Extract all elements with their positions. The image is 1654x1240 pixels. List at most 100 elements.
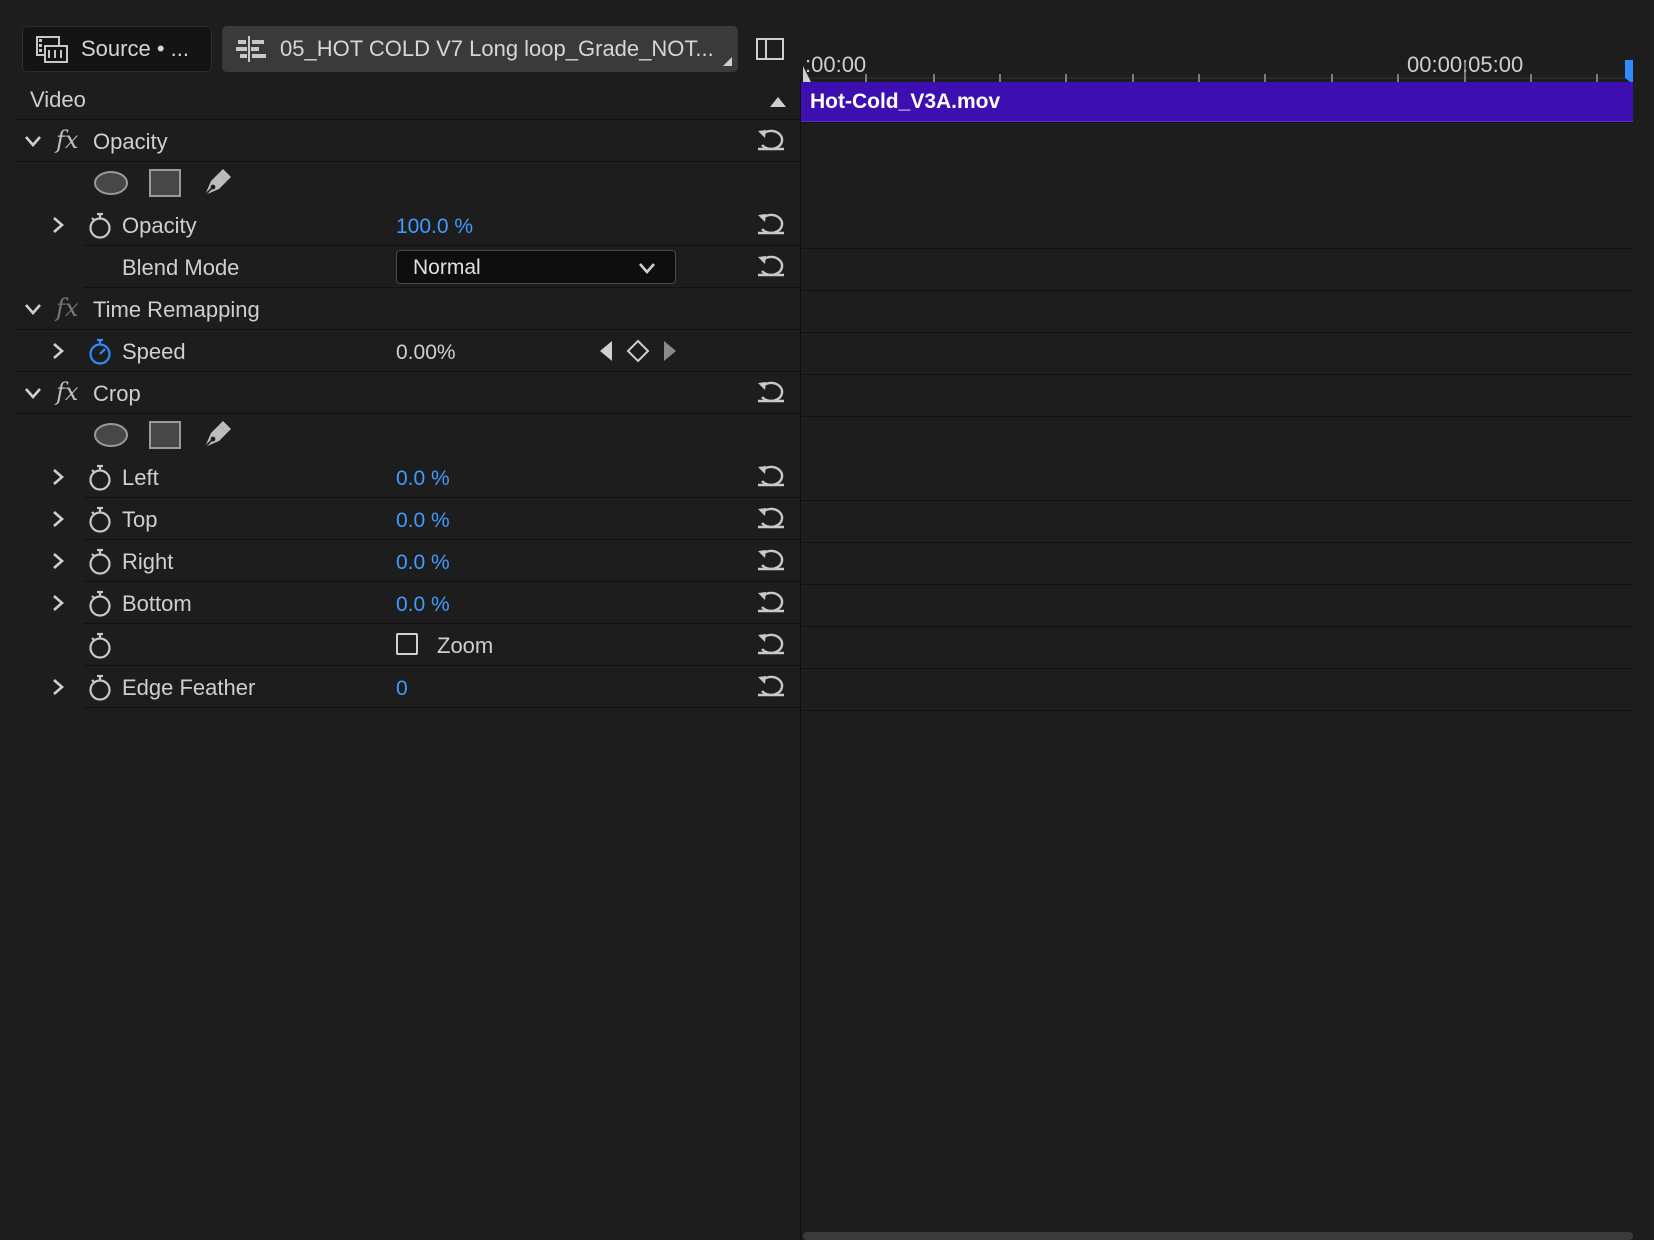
effect-timeline: :00:00 00:00:05:00 Hot-Cold_V3A.mov — [801, 0, 1654, 1240]
crop-right-value[interactable]: 0.0 % — [396, 551, 450, 575]
blend-mode-dropdown[interactable]: Normal — [396, 250, 676, 284]
opacity-mask-tools — [16, 162, 800, 204]
timeline-scrollbar[interactable] — [803, 1232, 1633, 1240]
sequence-icon — [236, 36, 266, 62]
chevron-down-icon — [638, 259, 656, 277]
tab-source[interactable]: Source • ... — [22, 26, 212, 72]
reset-icon[interactable] — [754, 505, 788, 533]
film-strip-icon — [36, 36, 68, 63]
chevron-right-icon[interactable] — [49, 678, 67, 696]
crop-right-row: Right 0.0 % — [16, 540, 800, 582]
edge-feather-label: Edge Feather — [122, 675, 256, 700]
collapse-up-icon[interactable] — [770, 95, 786, 107]
reset-icon[interactable] — [754, 127, 788, 155]
rectangle-mask-icon[interactable] — [149, 421, 181, 449]
crop-mask-tools — [16, 414, 800, 456]
video-section-header[interactable]: Video — [16, 78, 800, 120]
opacity-effect-header[interactable]: fx Opacity — [16, 120, 800, 162]
stopwatch-icon[interactable] — [87, 212, 113, 240]
opacity-effect-name: Opacity — [93, 129, 168, 154]
effect-controls-panel: Video fx Opacity Opacity 100.0 % Blend M… — [16, 78, 801, 1240]
next-keyframe-icon[interactable] — [662, 340, 678, 362]
crop-effect-name: Crop — [93, 381, 141, 406]
reset-icon[interactable] — [754, 673, 788, 701]
reset-icon[interactable] — [754, 211, 788, 239]
speed-param-label: Speed — [122, 339, 186, 364]
reset-icon[interactable] — [754, 463, 788, 491]
time-remapping-effect-header[interactable]: fx Time Remapping — [16, 288, 800, 330]
crop-right-label: Right — [122, 549, 174, 574]
crop-zoom-row: Zoom — [16, 624, 800, 666]
tab-menu-corner-icon[interactable] — [723, 57, 732, 66]
chevron-right-icon[interactable] — [49, 594, 67, 612]
blend-mode-label: Blend Mode — [122, 255, 240, 280]
crop-top-label: Top — [122, 507, 158, 532]
chevron-down-icon[interactable] — [24, 132, 42, 150]
timeline-row-divider — [801, 332, 1633, 333]
tab-sequence-label: 05_HOT COLD V7 Long loop_Grade_NOT... — [280, 36, 714, 61]
crop-bottom-value[interactable]: 0.0 % — [396, 593, 450, 617]
rectangle-mask-icon[interactable] — [149, 169, 181, 197]
pen-mask-icon[interactable] — [201, 419, 233, 451]
edge-feather-value[interactable]: 0 — [396, 677, 408, 701]
timeline-row-divider — [801, 290, 1633, 291]
speed-param-row: Speed 0.00% — [16, 330, 800, 372]
opacity-value[interactable]: 100.0 % — [396, 215, 473, 239]
blend-mode-row: Blend Mode Normal — [16, 246, 800, 288]
chevron-right-icon[interactable] — [49, 552, 67, 570]
stopwatch-icon[interactable] — [87, 674, 113, 702]
timeline-row-divider — [801, 248, 1633, 249]
panel-toggle-icon[interactable] — [756, 38, 784, 60]
clip-bar[interactable]: Hot-Cold_V3A.mov — [801, 82, 1633, 122]
stopwatch-icon[interactable] — [87, 632, 113, 660]
stopwatch-icon[interactable] — [87, 590, 113, 618]
timeline-row-divider — [801, 374, 1633, 375]
chevron-right-icon[interactable] — [49, 342, 67, 360]
crop-top-row: Top 0.0 % — [16, 498, 800, 540]
stopwatch-icon[interactable] — [87, 464, 113, 492]
timeline-row-divider — [801, 710, 1633, 711]
pen-mask-icon[interactable] — [201, 167, 233, 199]
reset-icon[interactable] — [754, 253, 788, 281]
timeline-row-divider — [801, 626, 1633, 627]
crop-left-label: Left — [122, 465, 159, 490]
chevron-right-icon[interactable] — [49, 216, 67, 234]
chevron-right-icon[interactable] — [49, 510, 67, 528]
add-keyframe-icon[interactable] — [626, 339, 650, 363]
blend-mode-value: Normal — [413, 256, 481, 279]
crop-left-row: Left 0.0 % — [16, 456, 800, 498]
fx-icon: fx — [56, 294, 79, 322]
tab-sequence[interactable]: 05_HOT COLD V7 Long loop_Grade_NOT... — [222, 26, 738, 72]
timeline-row-divider — [801, 584, 1633, 585]
ellipse-mask-icon[interactable] — [93, 169, 129, 197]
timeline-row-divider — [801, 668, 1633, 669]
time-remapping-effect-name: Time Remapping — [93, 297, 260, 322]
reset-icon[interactable] — [754, 589, 788, 617]
crop-bottom-row: Bottom 0.0 % — [16, 582, 800, 624]
speed-value[interactable]: 0.00% — [396, 341, 456, 365]
zoom-checkbox[interactable] — [396, 633, 418, 655]
chevron-down-icon[interactable] — [24, 300, 42, 318]
stopwatch-icon[interactable] — [87, 338, 113, 366]
fx-icon[interactable]: fx — [56, 126, 78, 154]
reset-icon[interactable] — [754, 631, 788, 659]
fx-icon[interactable]: fx — [56, 378, 78, 406]
stopwatch-icon[interactable] — [87, 548, 113, 576]
crop-effect-header[interactable]: fx Crop — [16, 372, 800, 414]
reset-icon[interactable] — [754, 379, 788, 407]
ellipse-mask-icon[interactable] — [93, 421, 129, 449]
crop-top-value[interactable]: 0.0 % — [396, 509, 450, 533]
clip-name: Hot-Cold_V3A.mov — [810, 90, 1001, 113]
time-ruler[interactable] — [801, 60, 1654, 84]
reset-icon[interactable] — [754, 547, 788, 575]
timeline-row-divider — [801, 500, 1633, 501]
tab-source-label: Source • ... — [81, 36, 189, 61]
timeline-row-divider — [801, 416, 1633, 417]
previous-keyframe-icon[interactable] — [598, 340, 614, 362]
crop-left-value[interactable]: 0.0 % — [396, 467, 450, 491]
timeline-row-divider — [801, 122, 1633, 123]
video-section-label: Video — [30, 87, 86, 112]
stopwatch-icon[interactable] — [87, 506, 113, 534]
chevron-down-icon[interactable] — [24, 384, 42, 402]
chevron-right-icon[interactable] — [49, 468, 67, 486]
